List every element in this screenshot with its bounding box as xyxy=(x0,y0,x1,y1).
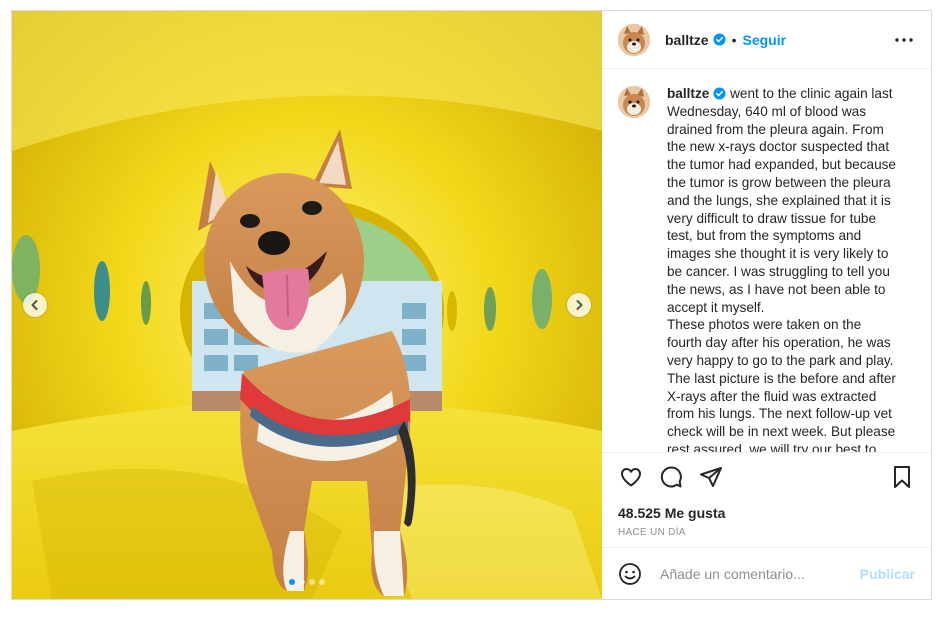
publish-button[interactable]: Publicar xyxy=(860,566,915,582)
chevron-right-icon xyxy=(576,300,583,310)
actions-area: 48.525 Me gusta HACE UN DÍA xyxy=(602,452,931,547)
carousel-dot xyxy=(309,579,315,585)
post-photo-shiba-in-tunnel xyxy=(12,11,602,599)
caption-username[interactable]: balltze xyxy=(667,86,709,101)
save-button[interactable] xyxy=(889,464,915,490)
caption-avatar[interactable] xyxy=(618,86,650,118)
emoji-icon xyxy=(619,562,641,585)
carousel-dot xyxy=(299,579,305,585)
caption-paragraph: These photos were taken on the fourth da… xyxy=(667,317,896,452)
likes-count[interactable]: 48.525 Me gusta xyxy=(618,505,915,521)
verified-icon xyxy=(713,87,726,100)
caption-text: went to the clinic again last Wednesday,… xyxy=(667,86,896,315)
comment-input[interactable] xyxy=(658,564,860,583)
post-header: balltze • Seguir xyxy=(602,11,931,69)
avatar-image xyxy=(618,23,650,56)
carousel-dots xyxy=(12,579,602,585)
verified-icon xyxy=(713,33,726,46)
post-media[interactable] xyxy=(12,11,602,599)
avatar-image xyxy=(618,86,650,118)
header-separator: • xyxy=(731,31,737,48)
post-caption: balltze went to the clinic again last We… xyxy=(667,85,899,452)
action-bar xyxy=(618,461,915,493)
share-icon xyxy=(700,467,722,487)
avatar[interactable] xyxy=(618,23,650,56)
carousel-next-button[interactable] xyxy=(567,293,591,317)
follow-button[interactable]: Seguir xyxy=(742,32,786,48)
share-button[interactable] xyxy=(698,464,724,490)
heart-icon xyxy=(621,468,641,487)
chevron-left-icon xyxy=(31,300,38,310)
caption-scroll-area[interactable]: balltze went to the clinic again last We… xyxy=(602,69,931,452)
post-timestamp[interactable]: HACE UN DÍA xyxy=(618,527,915,538)
like-button[interactable] xyxy=(618,464,644,490)
caption-row: balltze went to the clinic again last We… xyxy=(618,85,915,452)
carousel-dot xyxy=(289,579,295,585)
emoji-button[interactable] xyxy=(618,562,642,586)
carousel-dot xyxy=(319,579,325,585)
post-sidebar: balltze • Seguir balltze went to the cli… xyxy=(602,11,931,599)
carousel-prev-button[interactable] xyxy=(23,293,47,317)
comment-icon xyxy=(660,466,682,488)
header-username[interactable]: balltze xyxy=(665,32,709,48)
comment-button[interactable] xyxy=(658,464,684,490)
more-horizontal-icon xyxy=(895,37,913,42)
more-options-button[interactable] xyxy=(893,29,915,51)
bookmark-icon xyxy=(894,466,910,488)
instagram-post: balltze • Seguir balltze went to the cli… xyxy=(11,10,932,600)
caption-paragraph: balltze went to the clinic again last We… xyxy=(667,85,899,316)
comment-composer: Publicar xyxy=(602,547,931,599)
